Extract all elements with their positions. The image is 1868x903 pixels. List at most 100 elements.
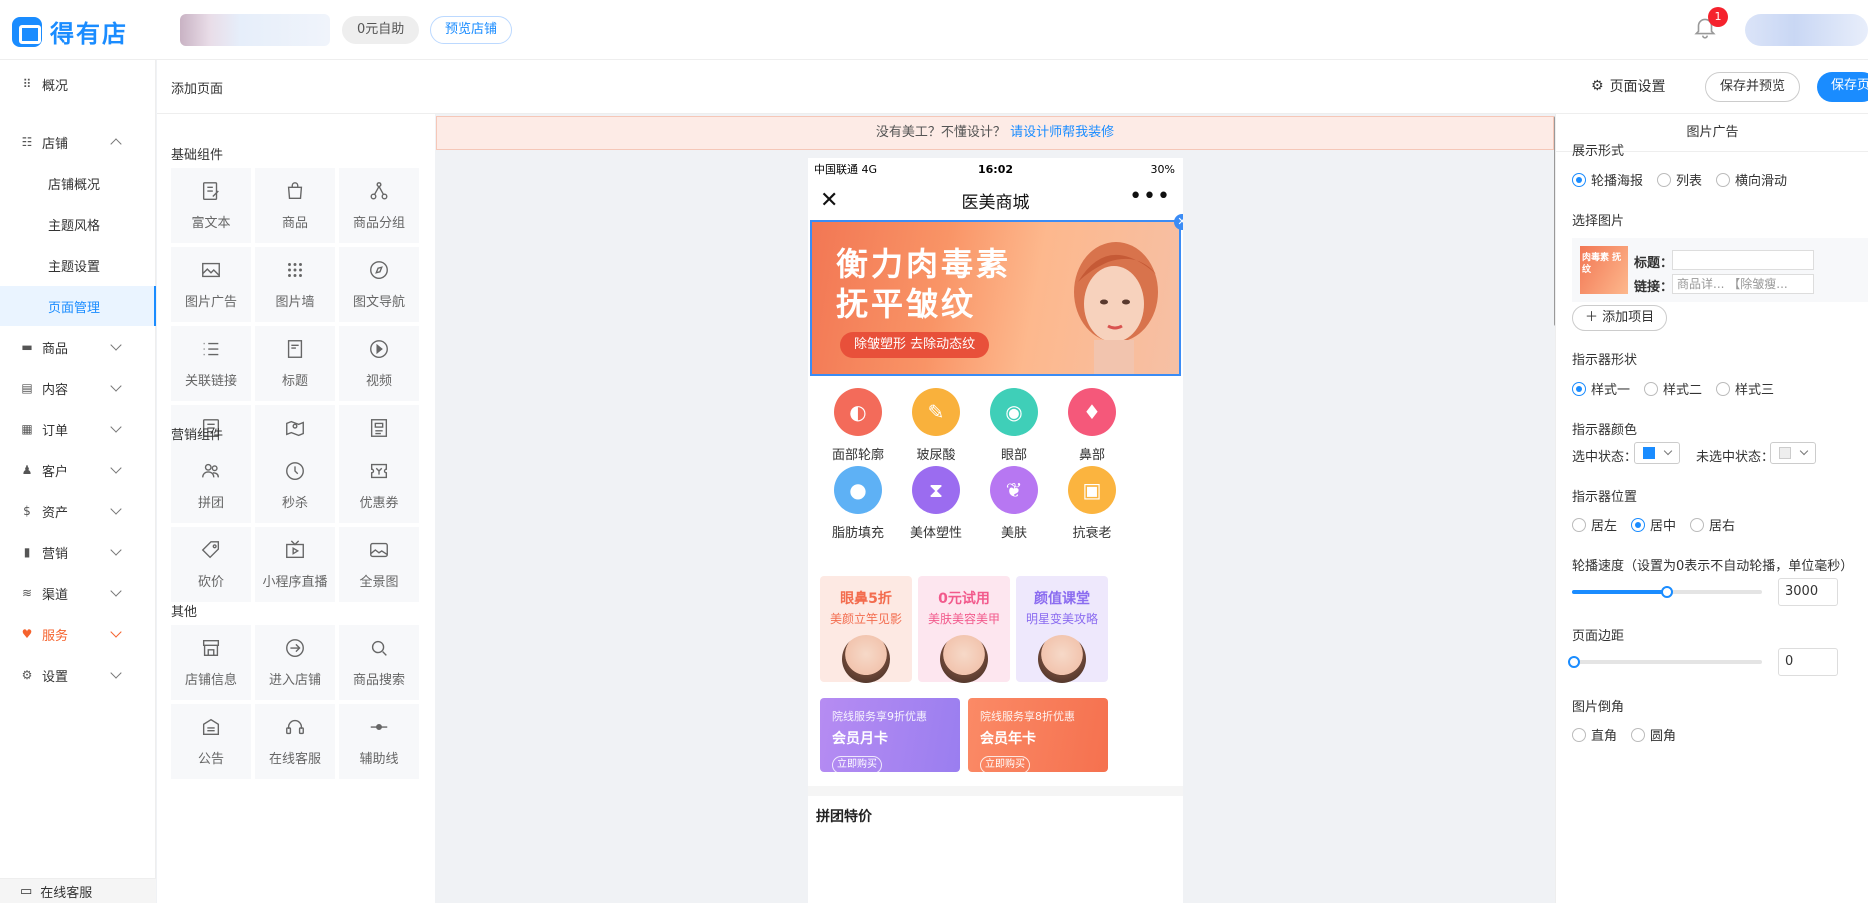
- sidebar-item-theme-settings[interactable]: 主题设置: [0, 245, 156, 285]
- selected-color-picker[interactable]: [1634, 442, 1680, 464]
- save-and-preview-button[interactable]: 保存并预览: [1705, 72, 1801, 102]
- radio-list[interactable]: 列表: [1657, 170, 1702, 189]
- component-title[interactable]: 标题: [255, 326, 335, 401]
- category-item[interactable]: ⧗ 美体塑性: [896, 466, 976, 541]
- speed-slider[interactable]: [1572, 586, 1762, 598]
- sidebar-item-store[interactable]: ☷ 店铺: [0, 122, 156, 162]
- radio-round-corner[interactable]: 圆角: [1631, 725, 1676, 744]
- more-icon[interactable]: •••: [1129, 184, 1171, 209]
- membership-card[interactable]: 院线服务享9折优惠 会员月卡 立即购买: [820, 698, 960, 774]
- buy-now-button[interactable]: 立即购买: [832, 756, 882, 774]
- margin-slider[interactable]: [1568, 656, 1762, 668]
- sidebar-item-channels[interactable]: ≋ 渠道: [0, 573, 156, 613]
- sidebar-item-overview[interactable]: ⠿ 概况: [0, 64, 156, 104]
- add-item-button[interactable]: ＋ 添加项目: [1572, 305, 1668, 331]
- component-enter-store[interactable]: 进入店铺: [255, 625, 335, 700]
- online-service-button[interactable]: ▭ 在线客服: [0, 878, 156, 903]
- sidebar-item-assets[interactable]: $ 资产: [0, 491, 156, 531]
- component-store-info[interactable]: 店铺信息: [171, 625, 251, 700]
- membership-card[interactable]: 院线服务享8折优惠 会员年卡 立即购买: [968, 698, 1108, 774]
- component-group-buy[interactable]: 拼团: [171, 448, 251, 523]
- buy-now-button[interactable]: 立即购买: [980, 756, 1030, 774]
- sidebar-item-customers[interactable]: ♟ 客户: [0, 450, 156, 490]
- component-product-group[interactable]: 商品分组: [339, 168, 419, 243]
- component-live[interactable]: 小程序直播: [255, 527, 335, 602]
- radio-style-three[interactable]: 样式三: [1716, 379, 1774, 398]
- radio-align-right[interactable]: 居右: [1690, 515, 1735, 534]
- headset-icon: [286, 719, 304, 735]
- sidebar-item-marketing[interactable]: ▮ 营销: [0, 532, 156, 572]
- category-label: 面部轮廓: [831, 448, 884, 463]
- designer-help-link[interactable]: 请设计师帮我装修: [1010, 125, 1114, 140]
- component-label: 公告: [197, 752, 224, 767]
- radio-carousel[interactable]: 轮播海报: [1572, 170, 1643, 189]
- category-item[interactable]: ◉ 眼部: [974, 388, 1054, 463]
- chevron-down-icon: [110, 380, 122, 392]
- radio-style-two[interactable]: 样式二: [1644, 379, 1702, 398]
- category-item[interactable]: ❦ 美肤: [974, 466, 1054, 541]
- speed-input[interactable]: 3000: [1778, 578, 1838, 606]
- unselected-color-picker[interactable]: [1770, 442, 1816, 464]
- sidebar-item-settings[interactable]: ⚙ 设置: [0, 655, 156, 695]
- title-key: 标题：: [1634, 256, 1674, 271]
- sliders-icon: ☷: [21, 135, 33, 149]
- page-settings-button[interactable]: ⚙ 页面设置: [1591, 76, 1666, 96]
- link-select[interactable]: 商品详... 【除皱瘦...: [1672, 274, 1814, 294]
- promo-tile[interactable]: 眼鼻5折 美颜立竿见影: [820, 576, 912, 683]
- sidebar-item-theme-style[interactable]: 主题风格: [0, 204, 156, 244]
- radio-align-left[interactable]: 居左: [1572, 515, 1617, 534]
- radio-square-corner[interactable]: 直角: [1572, 725, 1617, 744]
- category-item[interactable]: ▣ 抗衰老: [1052, 466, 1132, 541]
- model-photo: [1074, 242, 1158, 374]
- preview-store-button[interactable]: 预览店铺: [430, 16, 513, 44]
- promo-tile[interactable]: 颜值课堂 明星变美攻略: [1016, 576, 1108, 683]
- speed-label: 轮播速度（设置为0表示不自动轮播，单位毫秒）: [1572, 559, 1854, 574]
- sidebar-item-orders[interactable]: ▦ 订单: [0, 409, 156, 449]
- sidebar-item-content[interactable]: ▤ 内容: [0, 368, 156, 408]
- component-image-wall[interactable]: 图片墙: [255, 247, 335, 322]
- sidebar-item-page-management[interactable]: 页面管理: [0, 286, 156, 326]
- component-image-ad[interactable]: 图片广告: [171, 247, 251, 322]
- component-flash-sale[interactable]: 秒杀: [255, 448, 335, 523]
- component-bargain[interactable]: 砍价: [171, 527, 251, 602]
- component-divider[interactable]: 辅助线: [339, 704, 419, 779]
- store-avatar[interactable]: [180, 14, 330, 46]
- brand-logo[interactable]: 得有店: [12, 14, 128, 49]
- radio-align-center[interactable]: 居中: [1631, 515, 1676, 534]
- component-rich-text[interactable]: 富文本: [171, 168, 251, 243]
- image-ad-banner[interactable]: 衡力肉毒素 抚平皱纹 除皱塑形 去除动态纹: [810, 220, 1181, 376]
- sidebar-item-products[interactable]: ▬ 商品: [0, 327, 156, 367]
- brand-name: 得有店: [50, 20, 128, 48]
- component-product-search[interactable]: 商品搜索: [339, 625, 419, 700]
- radio-label: 轮播海报: [1591, 174, 1644, 189]
- component-product[interactable]: 商品: [255, 168, 335, 243]
- image-item: 肉毒素 抚纹 标题： 链接： 商品详... 【除皱瘦...: [1572, 238, 1868, 302]
- component-image-nav[interactable]: 图文导航: [339, 247, 419, 322]
- sidebar-item-service[interactable]: ♥ 服务: [0, 614, 156, 654]
- delete-component-icon[interactable]: ✕: [1174, 214, 1183, 230]
- component-label: 拼团: [197, 496, 224, 511]
- component-coupon[interactable]: 优惠券: [339, 448, 419, 523]
- close-icon[interactable]: ✕: [820, 188, 838, 213]
- radio-style-one[interactable]: 样式一: [1572, 379, 1630, 398]
- image-thumbnail[interactable]: 肉毒素 抚纹: [1580, 246, 1628, 294]
- component-panorama[interactable]: 全景图: [339, 527, 419, 602]
- category-item[interactable]: ● 脂肪填充: [818, 466, 898, 541]
- category-item[interactable]: ◐ 面部轮廓: [818, 388, 898, 463]
- category-item[interactable]: ✎ 玻尿酸: [896, 388, 976, 463]
- box-icon: ▬: [21, 340, 33, 354]
- save-page-button[interactable]: 保存页: [1817, 72, 1868, 102]
- component-video[interactable]: 视频: [339, 326, 419, 401]
- sidebar-item-store-overview[interactable]: 店铺概况: [0, 163, 156, 203]
- slider-handle[interactable]: [1661, 586, 1673, 598]
- title-input[interactable]: [1672, 250, 1814, 270]
- component-notice[interactable]: 公告: [171, 704, 251, 779]
- component-online-service[interactable]: 在线客服: [255, 704, 335, 779]
- slider-handle[interactable]: [1568, 656, 1580, 668]
- radio-horizontal-scroll[interactable]: 横向滑动: [1716, 170, 1787, 189]
- promo-tile[interactable]: 0元试用 美肤美容美甲: [918, 576, 1010, 683]
- category-item[interactable]: ♦ 鼻部: [1052, 388, 1132, 463]
- user-account-menu[interactable]: [1745, 14, 1868, 46]
- margin-input[interactable]: 0: [1778, 648, 1838, 676]
- component-related-links[interactable]: 关联链接: [171, 326, 251, 401]
